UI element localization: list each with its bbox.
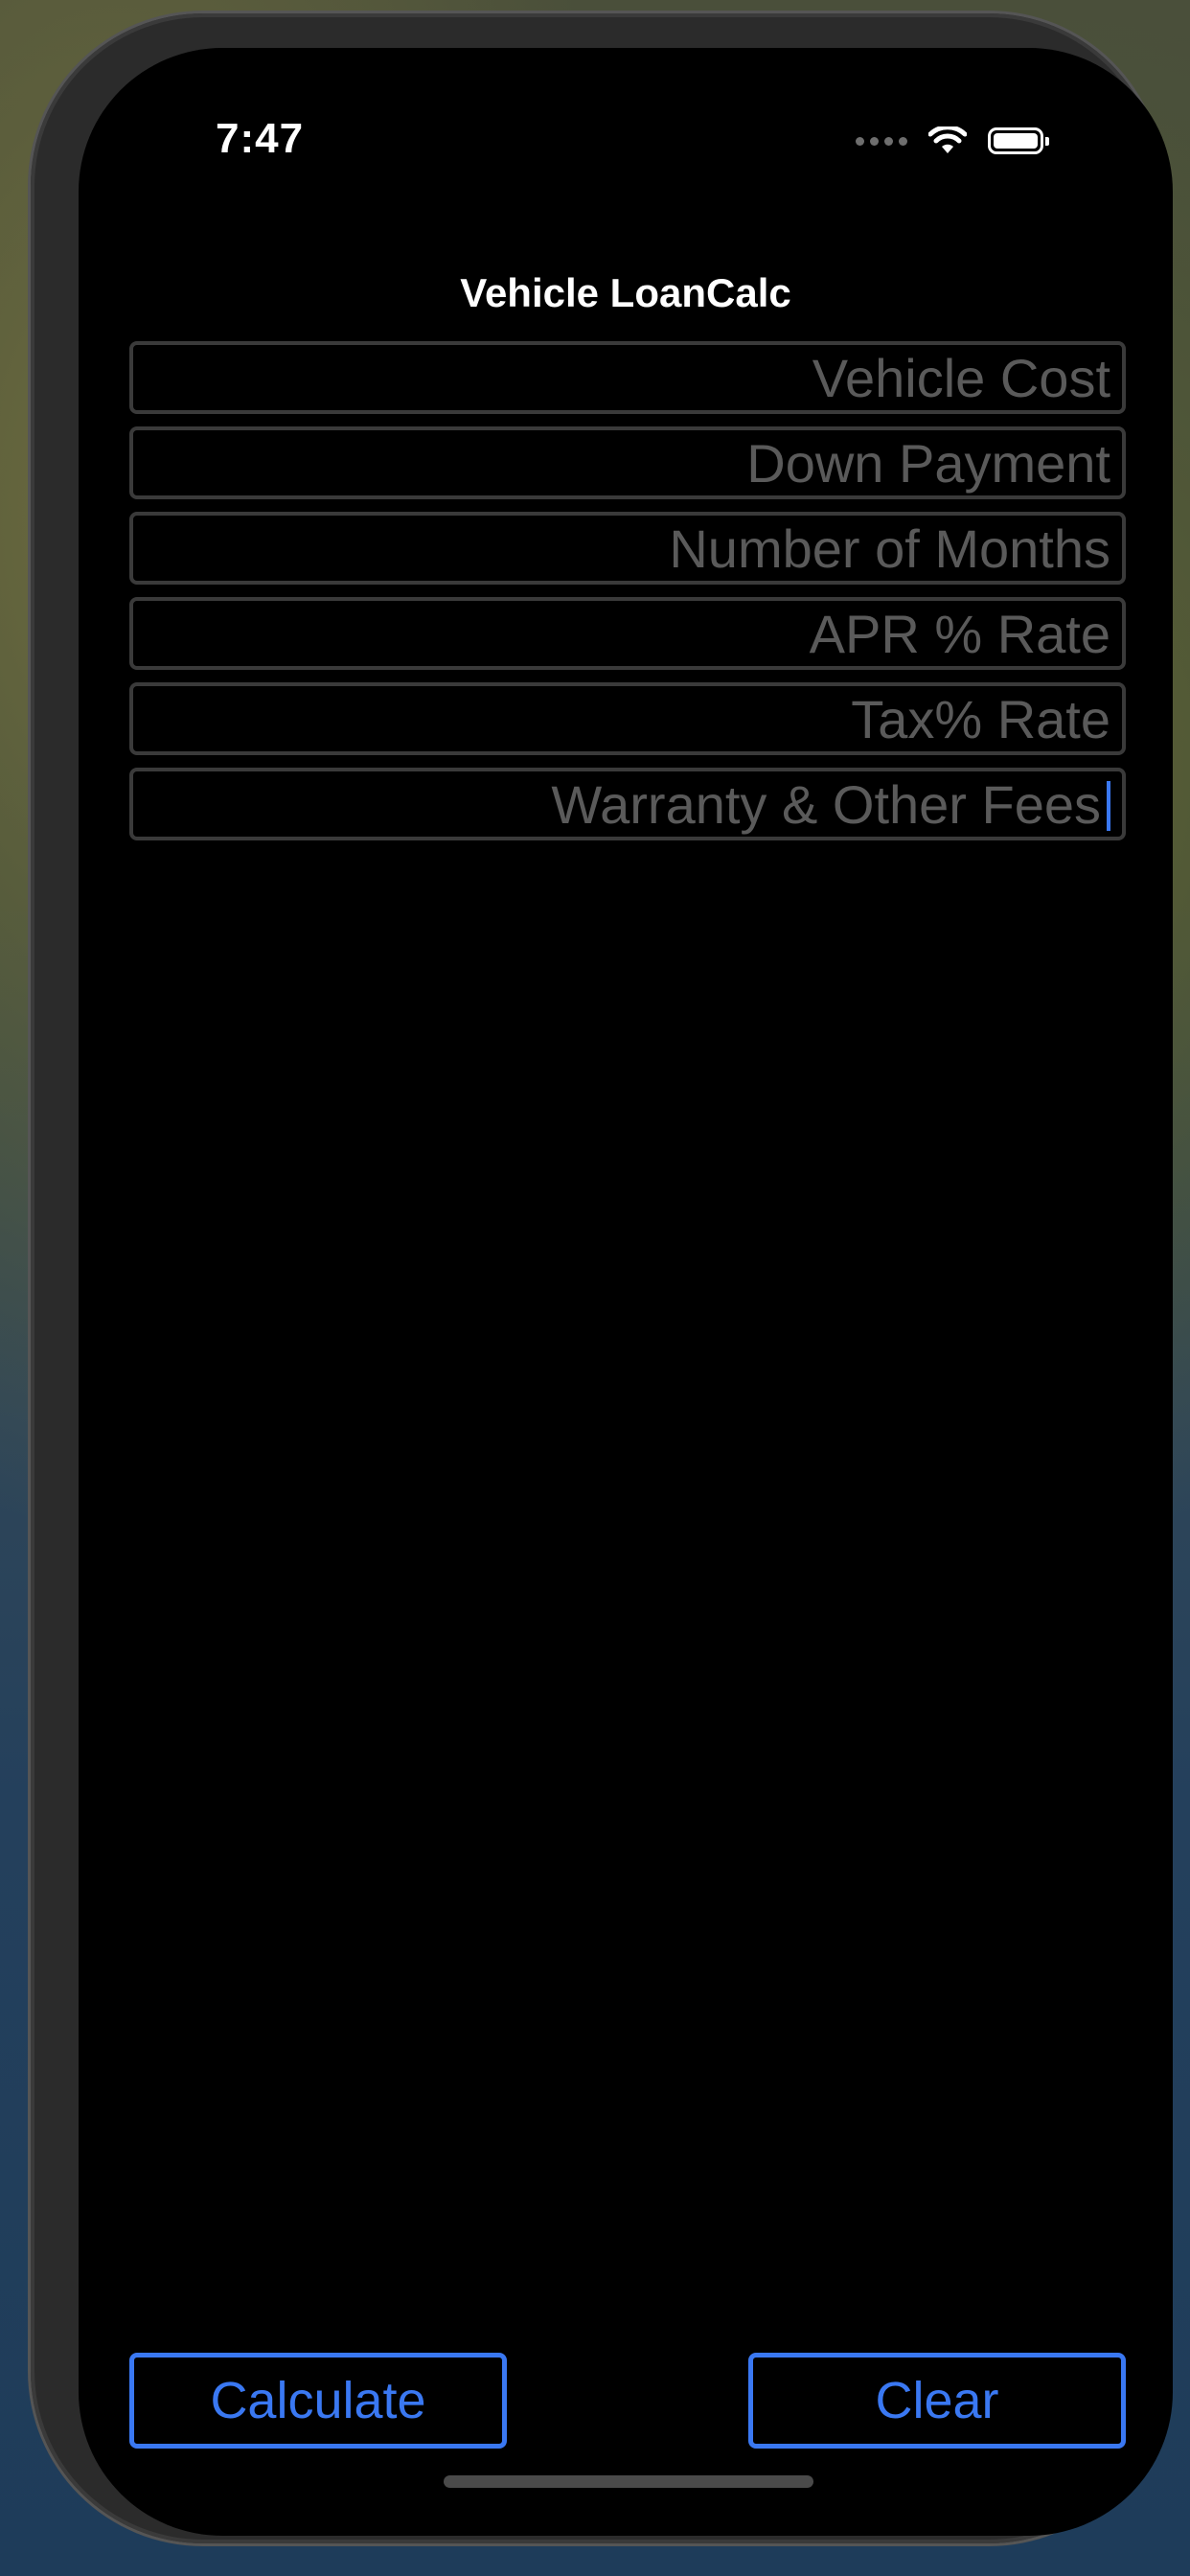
home-indicator[interactable] [444, 2475, 813, 2488]
warranty-fees-input[interactable] [133, 771, 1122, 837]
page-title: Vehicle LoanCalc [460, 270, 791, 315]
warranty-fees-field[interactable] [129, 768, 1126, 840]
status-icons [856, 126, 1049, 155]
tax-rate-field[interactable] [129, 682, 1126, 755]
down-payment-input[interactable] [133, 430, 1122, 495]
app-screen: 7:47 Vehicle LoanCalc Vehicle Cost Down … [79, 48, 1173, 2536]
status-time: 7:47 [216, 115, 305, 162]
battery-icon [988, 127, 1049, 154]
clear-button[interactable]: Clear [748, 2353, 1126, 2449]
number-of-months-input[interactable] [133, 516, 1122, 581]
device-frame: 7:47 Vehicle LoanCalc Vehicle Cost Down … [31, 13, 1173, 2543]
apr-rate-input[interactable] [133, 601, 1122, 666]
down-payment-field[interactable] [129, 426, 1126, 499]
wifi-icon [928, 126, 967, 153]
tax-rate-input[interactable] [133, 686, 1122, 751]
text-cursor [1107, 781, 1110, 831]
calculate-button[interactable]: Calculate [129, 2353, 507, 2449]
number-of-months-field[interactable] [129, 512, 1126, 585]
apr-rate-field[interactable] [129, 597, 1126, 670]
vehicle-cost-input[interactable] [133, 345, 1122, 410]
vehicle-cost-field[interactable] [129, 341, 1126, 414]
cellular-dots-icon [856, 136, 907, 146]
